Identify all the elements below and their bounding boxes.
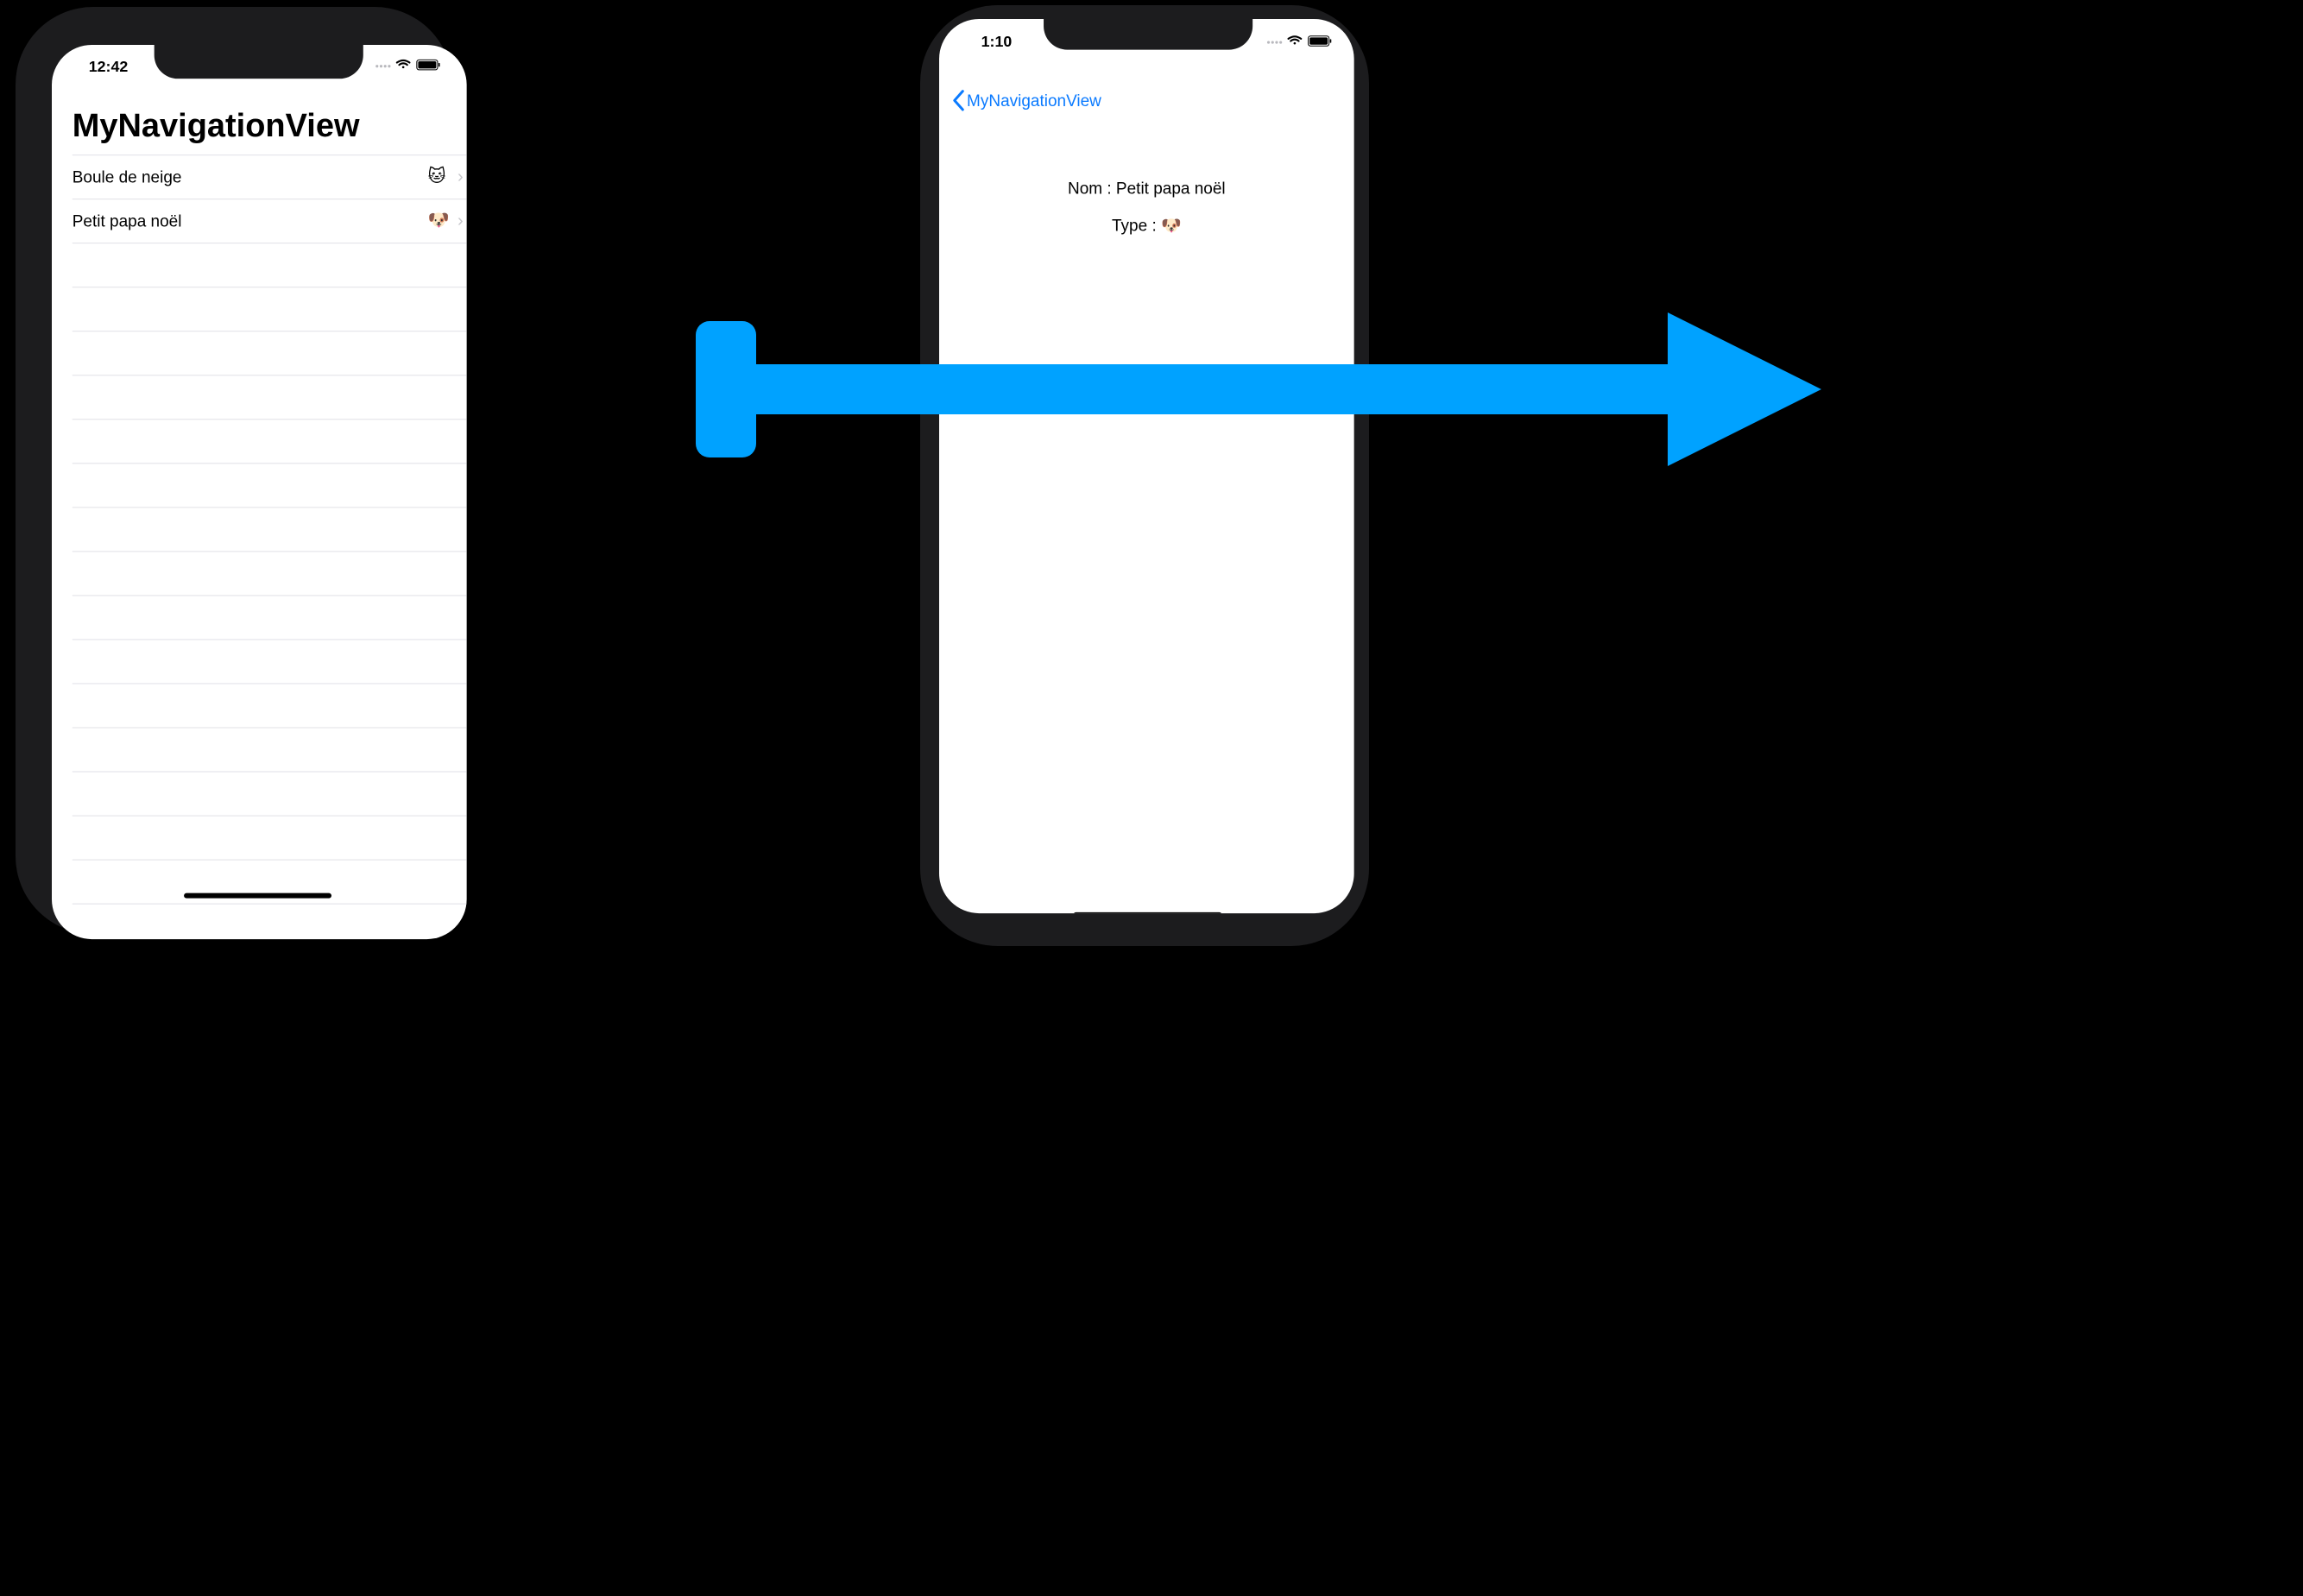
arrow-shaft [742,364,1675,414]
arrow-head [1668,312,1821,466]
right-arrow-icon [696,312,1821,466]
